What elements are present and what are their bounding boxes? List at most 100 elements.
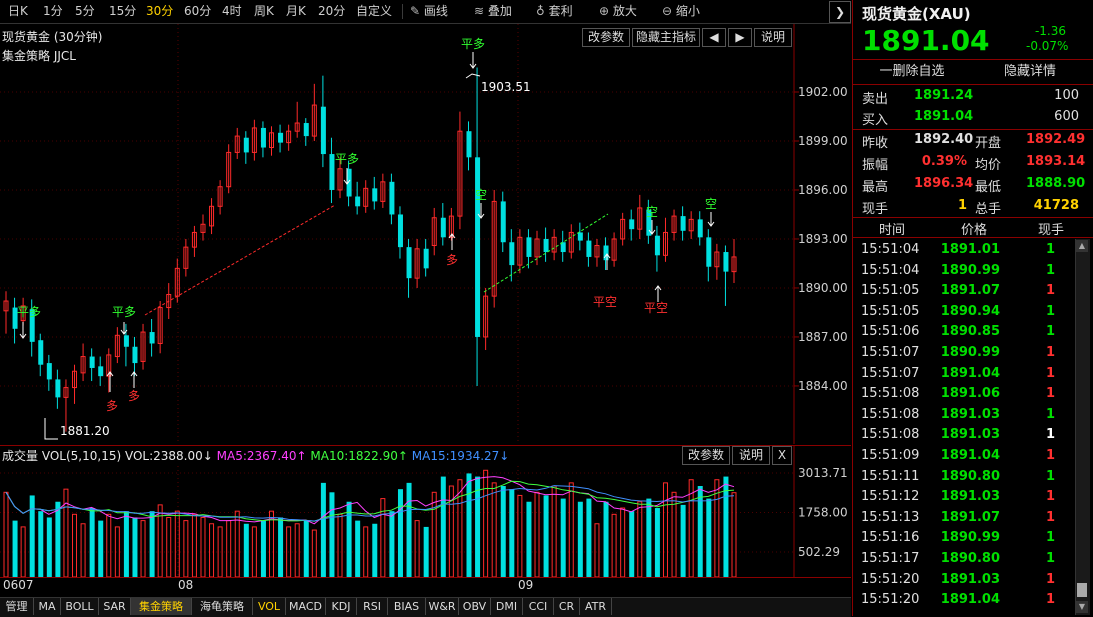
period-custom[interactable]: 自定义 xyxy=(356,3,392,20)
zoom-out-button[interactable]: ⊖ 缩小 xyxy=(662,3,700,20)
avg-price-label: 均价 xyxy=(975,158,1002,173)
scroll-up-icon[interactable]: ▲ xyxy=(1076,240,1088,252)
trade-price: 1891.03 xyxy=(940,406,1000,422)
arrow-down-icon: ⬇ xyxy=(976,34,990,53)
tab-manage[interactable]: 管理 xyxy=(0,598,34,615)
amplitude-label: 振幅 xyxy=(862,158,889,173)
candle-body xyxy=(423,248,429,269)
avg-price-value: 1893.14 xyxy=(1026,154,1086,169)
high-price-label: 1903.51 xyxy=(481,80,531,94)
tab-bias[interactable]: BIAS xyxy=(388,598,426,615)
volume-bar xyxy=(46,517,52,577)
period-15min[interactable]: 15分 xyxy=(109,3,136,20)
hide-detail-button[interactable]: 隐藏详情 xyxy=(985,62,1075,82)
volume-bar xyxy=(603,501,609,577)
period-day[interactable]: 日K xyxy=(8,3,28,20)
tab-cci[interactable]: CCI xyxy=(523,598,554,615)
col-header-volume: 现手 xyxy=(1037,223,1064,238)
period-30min[interactable]: 30分 xyxy=(146,3,173,20)
high-callout-line xyxy=(465,73,481,79)
signal-close-short-label: 平空 xyxy=(644,301,668,315)
candle-body xyxy=(123,335,129,347)
trade-price: 1891.04 xyxy=(940,365,1000,381)
volume-bar xyxy=(55,501,61,577)
arrow-right-icon: ▶ xyxy=(735,30,745,44)
scroll-down-icon[interactable]: ▼ xyxy=(1076,601,1088,613)
volume-close-button[interactable]: X xyxy=(772,446,792,465)
scroll-right-button[interactable]: ▶ xyxy=(728,28,752,47)
tab-vol[interactable]: VOL xyxy=(253,598,286,615)
candle-body xyxy=(278,132,284,143)
period-20min[interactable]: 20分 xyxy=(318,3,345,20)
chart-grid: 1902.00 1899.00 1896.00 1893.00 1890.00 1887.… xyxy=(0,24,848,444)
volume-bar xyxy=(234,510,240,578)
overlay-button[interactable]: ≋ 叠加 xyxy=(474,3,512,20)
prev-close-label: 昨收 xyxy=(862,136,889,151)
tab-sar[interactable]: SAR xyxy=(99,598,131,615)
scroll-thumb[interactable] xyxy=(1077,583,1087,597)
candle-body xyxy=(466,131,472,158)
trade-volume: 1 xyxy=(1045,468,1055,484)
tab-wr[interactable]: W&R xyxy=(426,598,459,615)
delete-watchlist-button[interactable]: 一删除自选 xyxy=(862,62,962,82)
sell-volume: 100 xyxy=(1054,88,1079,103)
period-5min[interactable]: 5分 xyxy=(75,3,95,20)
volume-edit-params-button[interactable]: 改参数 xyxy=(682,446,730,465)
chart-help-button[interactable]: 说明 xyxy=(754,28,792,47)
arbitrage-button[interactable]: ♁ 套利 xyxy=(536,3,573,20)
volume-bar xyxy=(551,485,557,578)
tab-cr[interactable]: CR xyxy=(554,598,580,615)
strategy-title: 集金策略 JJCL xyxy=(2,49,76,63)
volume-bar xyxy=(629,511,635,577)
volume-bar xyxy=(278,517,284,577)
volume-bar xyxy=(191,513,197,578)
draw-line-button[interactable]: ✎ 画线 xyxy=(410,3,448,20)
volume-bar xyxy=(72,513,78,578)
trade-time: 15:51:05 xyxy=(861,283,920,299)
volume-title: 成交量 xyxy=(2,449,39,463)
trade-volume: 1 xyxy=(1045,406,1055,422)
trade-price: 1891.01 xyxy=(940,242,1000,257)
signal-close-long-label: 平多 xyxy=(112,305,136,319)
tab-atr[interactable]: ATR xyxy=(580,598,612,615)
scroll-left-button[interactable]: ◀ xyxy=(702,28,726,47)
candle-body xyxy=(397,214,403,248)
divider xyxy=(853,237,1093,238)
volume-bar xyxy=(714,479,720,578)
tab-turtle[interactable]: 海龟策略 xyxy=(192,598,253,615)
tab-ma[interactable]: MA xyxy=(34,598,61,615)
volume-bar xyxy=(526,501,532,577)
volume-indicator: VOL(5,10,15) xyxy=(41,449,122,463)
trade-volume: 1 xyxy=(1045,324,1055,340)
volume-bar xyxy=(29,495,35,577)
last-volume-value: 1 xyxy=(957,198,967,213)
tab-jjcl[interactable]: 集金策略 xyxy=(131,598,192,615)
trade-list-scrollbar[interactable] xyxy=(1075,239,1090,615)
period-week[interactable]: 周K xyxy=(254,3,274,20)
candlestick-chart[interactable]: 1902.00 1899.00 1896.00 1893.00 1890.00 1887.… xyxy=(0,24,851,444)
period-1min[interactable]: 1分 xyxy=(43,3,63,20)
trade-volume: 1 xyxy=(1045,365,1055,381)
volume-bar xyxy=(389,511,395,577)
period-60min[interactable]: 60分 xyxy=(184,3,211,20)
tab-dmi[interactable]: DMI xyxy=(491,598,523,615)
tab-macd[interactable]: MACD xyxy=(286,598,326,615)
trade-price: 1890.99 xyxy=(940,345,1000,360)
zoom-in-button[interactable]: ⊕ 放大 xyxy=(599,3,637,20)
volume-help-button[interactable]: 说明 xyxy=(732,446,770,465)
hide-main-indicator-button[interactable]: 隐藏主指标 xyxy=(632,28,700,47)
candle-body xyxy=(586,240,592,257)
candle-body xyxy=(577,232,583,241)
volume-tick-label: 1758.00 xyxy=(798,506,848,520)
date-axis xyxy=(0,577,851,595)
tab-rsi[interactable]: RSI xyxy=(357,598,388,615)
next-page-button[interactable]: ❯ xyxy=(829,1,851,23)
tab-obv[interactable]: OBV xyxy=(459,598,491,615)
tab-kdj[interactable]: KDJ xyxy=(326,598,357,615)
period-4h[interactable]: 4时 xyxy=(222,3,242,20)
edit-params-button[interactable]: 改参数 xyxy=(582,28,630,47)
volume-bar xyxy=(560,498,566,577)
tab-boll[interactable]: BOLL xyxy=(61,598,99,615)
period-month[interactable]: 月K xyxy=(286,3,306,20)
low-label: 最低 xyxy=(975,180,1002,195)
